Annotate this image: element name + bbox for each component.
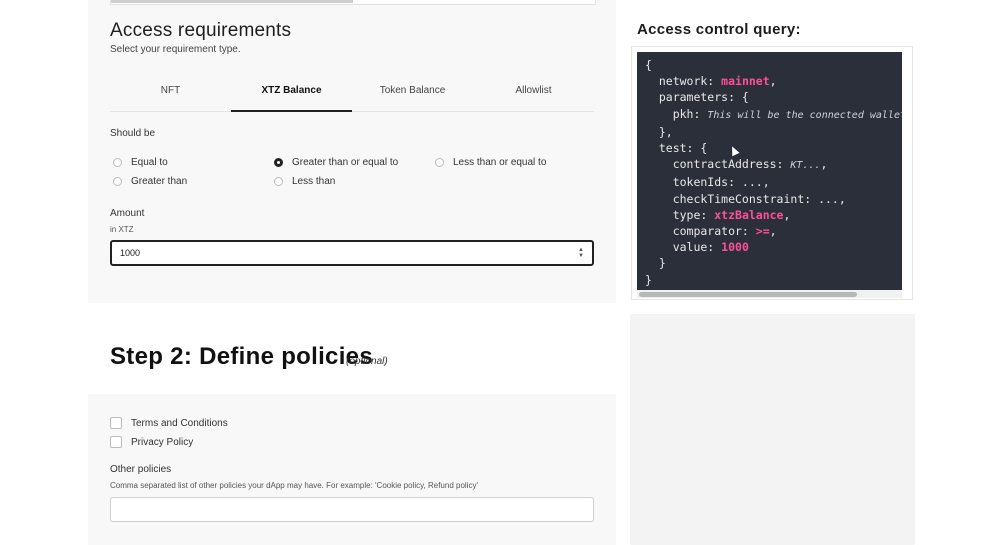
amount-label: Amount xyxy=(110,208,145,219)
radio-label: Greater than or equal to xyxy=(292,157,399,168)
requirement-tabs: NFT XTZ Balance Token Balance Allowlist xyxy=(110,78,594,112)
amount-unit: in XTZ xyxy=(110,225,134,234)
checkbox-icon xyxy=(110,417,122,429)
checkbox-privacy[interactable]: Privacy Policy xyxy=(110,436,193,448)
checkbox-label: Terms and Conditions xyxy=(131,417,228,429)
tab-allowlist[interactable]: Allowlist xyxy=(473,78,594,111)
radio-label: Greater than xyxy=(131,176,188,187)
blurred-background xyxy=(630,314,915,545)
other-policies-input[interactable] xyxy=(110,497,594,522)
access-requirements-title: Access requirements xyxy=(110,20,292,41)
amount-input[interactable]: 1000 ▲ ▼ xyxy=(110,240,594,266)
tab-token-balance[interactable]: Token Balance xyxy=(352,78,473,111)
amount-value: 1000 xyxy=(120,248,141,258)
checkbox-terms[interactable]: Terms and Conditions xyxy=(110,417,228,429)
radio-label: Less than xyxy=(292,176,336,187)
radio-greater-than-or-equal[interactable]: Greater than or equal to xyxy=(274,157,398,168)
should-be-label: Should be xyxy=(110,128,156,139)
other-policies-label: Other policies xyxy=(110,464,172,475)
radio-circle-icon xyxy=(113,177,122,186)
radio-less-than-or-equal[interactable]: Less than or equal to xyxy=(435,157,546,168)
step2-title: Step 2: Define policies xyxy=(110,343,373,370)
number-stepper-icon[interactable]: ▲ ▼ xyxy=(578,247,584,259)
code-scrollbar-thumb[interactable] xyxy=(639,292,857,297)
checkbox-icon xyxy=(110,436,122,448)
access-requirements-subtitle: Select your requirement type. xyxy=(110,44,241,55)
radio-selected-icon xyxy=(274,158,283,167)
radio-circle-icon xyxy=(274,177,283,186)
radio-equal-to[interactable]: Equal to xyxy=(113,157,168,168)
tab-xtz-balance[interactable]: XTZ Balance xyxy=(231,78,352,112)
previous-tabs-bar xyxy=(110,0,596,5)
radio-less-than[interactable]: Less than xyxy=(274,176,335,187)
radio-circle-icon xyxy=(435,158,444,167)
query-title: Access control query: xyxy=(637,21,801,38)
tab-nft[interactable]: NFT xyxy=(110,78,231,111)
other-policies-help: Comma separated list of other policies y… xyxy=(110,481,478,490)
radio-greater-than[interactable]: Greater than xyxy=(113,176,187,187)
radio-label: Equal to xyxy=(131,157,168,168)
step2-optional-label: (optional) xyxy=(346,356,388,367)
checkbox-label: Privacy Policy xyxy=(131,436,194,448)
radio-label: Less than or equal to xyxy=(453,157,547,168)
query-code-block[interactable]: { network: mainnet, parameters: { pkh: T… xyxy=(637,52,902,290)
radio-circle-icon xyxy=(113,158,122,167)
